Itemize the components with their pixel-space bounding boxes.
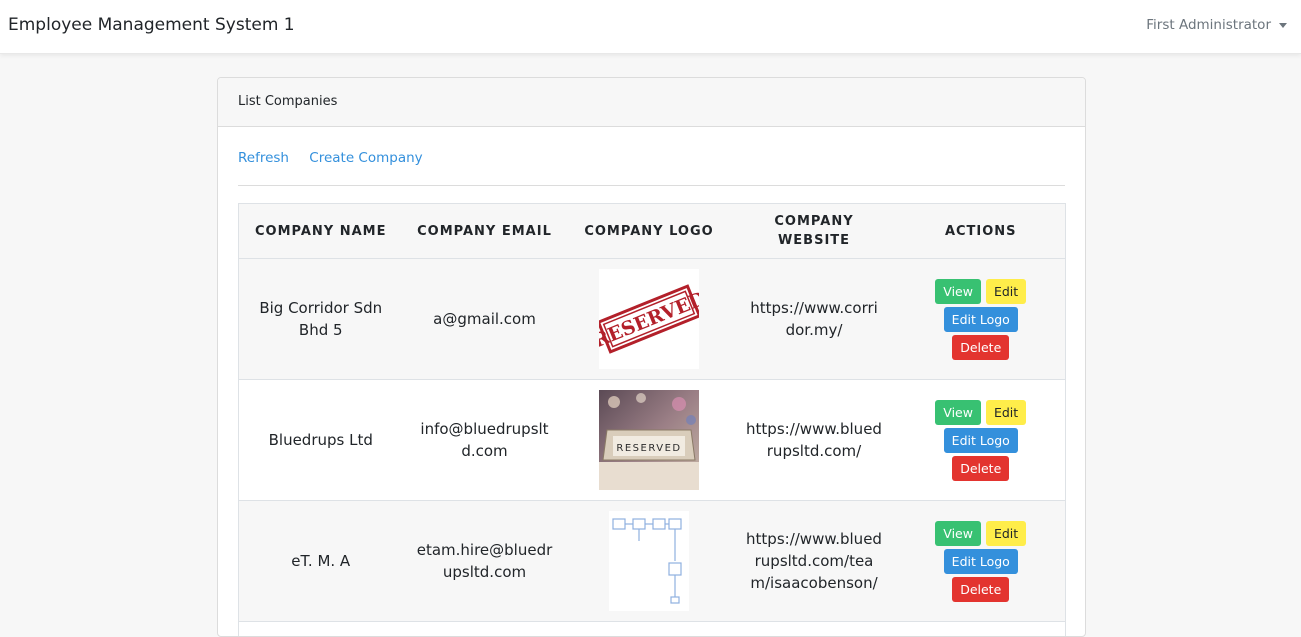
actions-cell: View Edit Edit Logo Delete xyxy=(897,259,1066,380)
header-company-name[interactable]: COMPANY NAME xyxy=(239,204,403,259)
company-name: Bluedrups Ltd xyxy=(239,380,403,501)
company-logo-cell: RESERVED xyxy=(567,259,732,380)
company-website: https://www.bluedrupsltd.com/ xyxy=(732,380,897,501)
company-website: https://www.bluedrupsltd.com/team/isaaco… xyxy=(732,501,897,622)
actions-cell: View Edit Edit Logo Delete xyxy=(897,380,1066,501)
edit-logo-button[interactable]: Edit Logo xyxy=(944,428,1018,453)
header-company-website[interactable]: COMPANY WEBSITE xyxy=(732,204,897,259)
header-company-logo[interactable]: COMPANY LOGO xyxy=(567,204,732,259)
delete-button[interactable]: Delete xyxy=(952,577,1009,602)
header-company-email[interactable]: COMPANY EMAIL xyxy=(403,204,567,259)
user-name: First Administrator xyxy=(1146,17,1271,33)
companies-card: List Companies Refresh Create Company CO… xyxy=(217,77,1086,637)
caret-down-icon xyxy=(1279,23,1287,28)
user-dropdown[interactable]: First Administrator xyxy=(1146,17,1287,33)
table-row: eT. M. A etam.hire@bluedrupsltd.com xyxy=(239,501,1066,622)
top-navbar: Employee Management System 1 First Admin… xyxy=(0,0,1301,54)
edit-logo-button[interactable]: Edit Logo xyxy=(944,307,1018,332)
view-button[interactable]: View xyxy=(935,400,981,425)
svg-text:RESERVED: RESERVED xyxy=(616,443,681,454)
company-logo-cell: RESERVED xyxy=(567,380,732,501)
action-links: Refresh Create Company xyxy=(238,127,1065,186)
flowchart-sketch-logo xyxy=(599,511,699,611)
edit-button[interactable]: Edit xyxy=(986,400,1026,425)
edit-logo-button[interactable]: Edit Logo xyxy=(944,549,1018,574)
company-email: etam.hire@bluedrupsltd.com xyxy=(403,501,567,622)
company-website: https://www.corridor.my/ xyxy=(732,259,897,380)
table-row xyxy=(239,622,1066,637)
create-company-link[interactable]: Create Company xyxy=(309,150,422,166)
card-title: List Companies xyxy=(218,78,1085,127)
reserved-sign-photo-logo: RESERVED xyxy=(599,390,699,490)
company-logo-cell xyxy=(567,501,732,622)
actions-cell: View Edit Edit Logo Delete xyxy=(897,501,1066,622)
card-body: Refresh Create Company COMPANY NAME COMP… xyxy=(218,127,1085,186)
view-button[interactable]: View xyxy=(935,521,981,546)
table-row: Big Corridor Sdn Bhd 5 a@gmail.com RESER… xyxy=(239,259,1066,380)
company-name: Big Corridor Sdn Bhd 5 xyxy=(239,259,403,380)
company-email: info@bluedrupsltd.com xyxy=(403,380,567,501)
refresh-link[interactable]: Refresh xyxy=(238,150,289,166)
edit-button[interactable]: Edit xyxy=(986,279,1026,304)
company-email: a@gmail.com xyxy=(403,259,567,380)
delete-button[interactable]: Delete xyxy=(952,456,1009,481)
companies-table: COMPANY NAME COMPANY EMAIL COMPANY LOGO … xyxy=(238,203,1066,637)
header-actions: ACTIONS xyxy=(897,204,1066,259)
delete-button[interactable]: Delete xyxy=(952,335,1009,360)
edit-button[interactable]: Edit xyxy=(986,521,1026,546)
app-brand-link[interactable]: Employee Management System 1 xyxy=(8,15,295,35)
table-row: Bluedrups Ltd info@bluedrupsltd.com xyxy=(239,380,1066,501)
view-button[interactable]: View xyxy=(935,279,981,304)
table-header-row: COMPANY NAME COMPANY EMAIL COMPANY LOGO … xyxy=(239,204,1066,259)
reserved-stamp-logo: RESERVED xyxy=(599,269,699,369)
company-name: eT. M. A xyxy=(239,501,403,622)
